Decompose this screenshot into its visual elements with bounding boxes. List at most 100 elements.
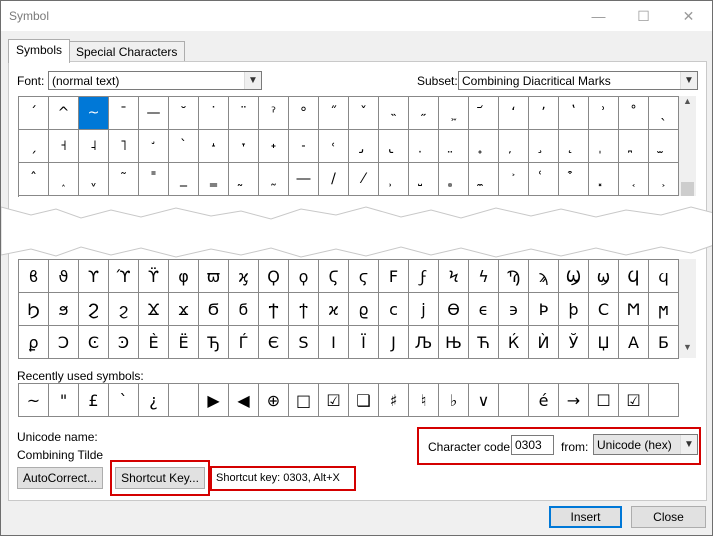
topgrid-cell[interactable]: ~ — [79, 97, 109, 130]
botgrid-cell[interactable]: Ϝ — [379, 260, 409, 293]
close-window-button[interactable]: ✕ — [666, 1, 711, 31]
topgrid-cell[interactable]: ̧ — [529, 130, 559, 163]
topgrid-cell[interactable]: ˜ — [109, 163, 139, 196]
topgrid-cell[interactable]: ¯ — [109, 97, 139, 130]
botgrid-cell[interactable]: Ϟ — [439, 260, 469, 293]
botgrid-cell[interactable]: І — [319, 326, 349, 359]
topgrid-cell[interactable]: ˆ — [19, 163, 49, 196]
botgrid-cell[interactable]: ϓ — [109, 260, 139, 293]
botgrid-cell[interactable]: Є — [259, 326, 289, 359]
botgrid-cell[interactable]: ϖ — [199, 260, 229, 293]
botgrid-cell[interactable]: Ѓ — [229, 326, 259, 359]
botgrid-cell[interactable]: ϣ — [589, 260, 619, 293]
botgrid-cell[interactable]: ϳ — [409, 293, 439, 326]
botgrid-cell[interactable]: Ϭ — [199, 293, 229, 326]
topgrid-cell[interactable]: ̫ — [649, 130, 679, 163]
recentgrid-cell[interactable]: ♮ — [409, 384, 439, 417]
topgrid-cell[interactable]: ͒ — [559, 163, 589, 196]
botgrid-cell[interactable]: Ϙ — [259, 260, 289, 293]
topgrid-cell[interactable]: ˚ — [619, 97, 649, 130]
subset-select[interactable]: Combining Diacritical Marks ▼ — [458, 71, 698, 90]
topgrid-cell[interactable]: ° — [289, 97, 319, 130]
recentgrid-cell[interactable]: ¿ — [139, 384, 169, 417]
topgrid-cell[interactable]: ˎ — [649, 97, 679, 130]
botgrid-cell[interactable]: Ϻ — [619, 293, 649, 326]
recentgrid-cell[interactable]: ◀ — [229, 384, 259, 417]
botgrid-cell[interactable]: Ϩ — [79, 293, 109, 326]
botgrid-cell[interactable]: Ͻ — [49, 326, 79, 359]
topgrid-cell[interactable]: ̥ — [469, 130, 499, 163]
botgrid-cell[interactable]: Џ — [589, 326, 619, 359]
topgrid-cell[interactable]: ̼ — [469, 163, 499, 196]
botgrid-cell[interactable]: Ѐ — [139, 326, 169, 359]
botgrid-cell[interactable]: Ϣ — [559, 260, 589, 293]
topgrid-cell[interactable]: ˀ — [259, 97, 289, 130]
topgrid-cell[interactable]: ˵ — [379, 97, 409, 130]
topgrid-cell[interactable]: ̡ — [349, 130, 379, 163]
tab-special-characters[interactable]: Special Characters — [68, 41, 186, 62]
topgrid-cell[interactable]: ̛ — [139, 130, 169, 163]
recentgrid-cell[interactable] — [169, 384, 199, 417]
minimize-button[interactable]: — — [576, 1, 621, 31]
close-button[interactable]: Close — [631, 506, 706, 528]
topgrid-cell[interactable]: ̣ — [409, 130, 439, 163]
botgrid-cell[interactable]: ϯ — [289, 293, 319, 326]
topgrid-cell[interactable]: ˥ — [109, 130, 139, 163]
topgrid-cell[interactable]: ˷ — [259, 163, 289, 196]
botgrid-cell[interactable]: ϝ — [409, 260, 439, 293]
recentgrid-cell[interactable]: ∨ — [469, 384, 499, 417]
botgrid-cell[interactable]: Љ — [409, 326, 439, 359]
autocorrect-button[interactable]: AutoCorrect... — [17, 467, 103, 489]
botgrid-cell[interactable]: ϻ — [649, 293, 679, 326]
botgrid-cell[interactable]: ϸ — [559, 293, 589, 326]
botgrid-cell[interactable]: ϔ — [139, 260, 169, 293]
topgrid-cell[interactable]: — — [139, 97, 169, 130]
recentgrid-cell[interactable]: ♯ — [379, 384, 409, 417]
botgrid-cell[interactable]: ϭ — [229, 293, 259, 326]
recentgrid-cell[interactable]: ⊕ — [259, 384, 289, 417]
topgrid-cell[interactable]: ̢ — [379, 130, 409, 163]
botgrid-cell[interactable]: Ϸ — [529, 293, 559, 326]
botgrid-cell[interactable]: Ј — [379, 326, 409, 359]
from-select[interactable]: Unicode (hex) ▼ — [593, 434, 698, 455]
topgrid-cell[interactable]: ʽ — [559, 97, 589, 130]
topgrid-cell[interactable]: ˘ — [169, 97, 199, 130]
topgrid-cell[interactable]: ˭ — [139, 163, 169, 196]
recentgrid-cell[interactable]: → — [559, 384, 589, 417]
topgrid-cell[interactable]: ˶ — [409, 97, 439, 130]
botgrid-cell[interactable]: Њ — [439, 326, 469, 359]
botgrid-cell[interactable]: ϛ — [349, 260, 379, 293]
botgrid-cell[interactable]: Б — [649, 326, 679, 359]
botgrid-cell[interactable]: ϙ — [289, 260, 319, 293]
topgrid-cell[interactable]: ˝ — [319, 97, 349, 130]
botgrid-cell[interactable]: Ϫ — [139, 293, 169, 326]
scroll-down-icon[interactable]: ▼ — [679, 342, 696, 356]
botgrid-cell[interactable]: ϱ — [349, 293, 379, 326]
topgrid-cell[interactable]: ˖ — [259, 130, 289, 163]
botgrid-cell[interactable]: Ѕ — [289, 326, 319, 359]
topgrid-cell[interactable]: ˙ — [199, 97, 229, 130]
botgrid-cell[interactable]: ϶ — [499, 293, 529, 326]
botgrid-cell[interactable]: Ϧ — [19, 293, 49, 326]
botgrid-cell[interactable]: ϑ — [49, 260, 79, 293]
topgrid-cell[interactable]: ̤ — [439, 130, 469, 163]
botgrid-cell[interactable]: Ͽ — [109, 326, 139, 359]
topgrid-cell[interactable]: ‗ — [199, 163, 229, 196]
recentgrid-cell[interactable]: ~ — [19, 384, 49, 417]
botgrid-cell[interactable]: ϴ — [439, 293, 469, 326]
botgrid-cell[interactable]: Ϯ — [259, 293, 289, 326]
recentgrid-cell[interactable]: ❑ — [349, 384, 379, 417]
recentgrid-cell[interactable]: ☑ — [319, 384, 349, 417]
botgrid-cell[interactable]: ϼ — [19, 326, 49, 359]
recentgrid-cell[interactable]: é — [529, 384, 559, 417]
font-select[interactable]: (normal text) ▼ — [48, 71, 262, 90]
char-code-input[interactable]: 0303 — [511, 435, 554, 455]
topgrid-cell[interactable]: ̪ — [619, 130, 649, 163]
topgrid-cell[interactable]: ˗ — [289, 130, 319, 163]
recentgrid-cell[interactable]: ` — [109, 384, 139, 417]
topgrid-cell[interactable]: ͑ — [529, 163, 559, 196]
topgrid-cell[interactable]: ˧ — [49, 130, 79, 163]
recentgrid-cell[interactable]: ☑ — [619, 384, 649, 417]
symbol-grid-scrollbar[interactable]: ▲ — [679, 96, 696, 196]
botgrid-cell[interactable]: Ћ — [469, 326, 499, 359]
